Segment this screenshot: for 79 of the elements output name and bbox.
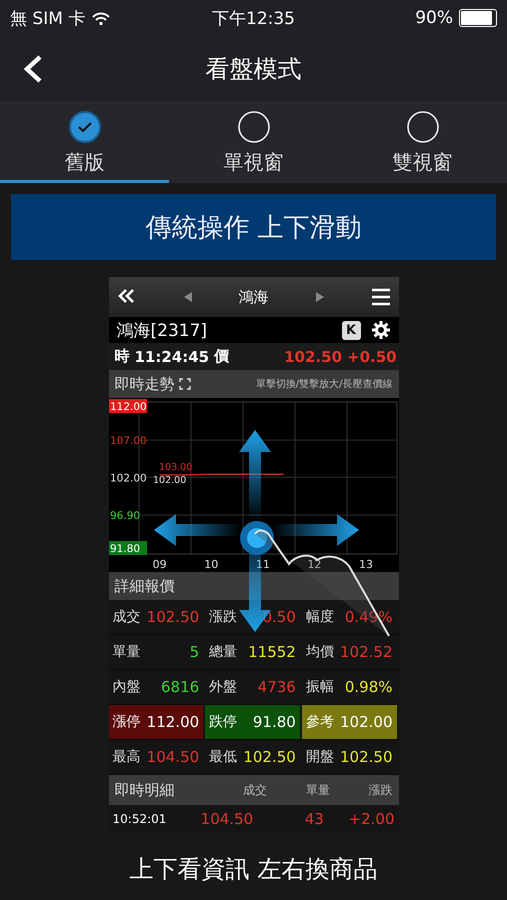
section-title: 詳細報價 <box>114 576 174 596</box>
mode-tab[interactable]: 單視窗 <box>169 103 338 183</box>
section-title: 即時明細 <box>114 780 176 800</box>
mode-tab[interactable]: 舊版 <box>0 103 169 183</box>
field-value: 11552 <box>248 643 296 661</box>
x-tick-label: 13 <box>358 558 373 571</box>
stock-name: 鴻海[2317] <box>116 320 208 342</box>
y-tick-label: 107.00 <box>110 435 146 448</box>
menu-icon[interactable] <box>370 288 390 306</box>
field-label: 均價 <box>306 643 334 661</box>
field-label: 最低 <box>209 748 238 766</box>
y-tick-label: 91.80 <box>110 543 140 555</box>
field-value: 6816 <box>160 678 200 696</box>
field-label: 成交 <box>112 608 140 626</box>
radio-icon <box>238 111 270 143</box>
line-value-label: 102.00 <box>152 475 186 486</box>
y-tick-label: 96.90 <box>110 510 140 522</box>
banner-text: 傳統操作 上下滑動 <box>145 212 362 244</box>
column-header: 成交 <box>242 782 268 798</box>
field-label: 參考 <box>306 713 334 731</box>
column-header: 漲跌 <box>368 782 393 798</box>
field-label: 單量 <box>112 643 140 661</box>
y-tick-label: 91.80 <box>108 541 146 555</box>
field-label: 內盤 <box>112 678 140 696</box>
time-label: 時 <box>114 347 130 366</box>
field-value: 5 <box>190 643 200 661</box>
field-value: 104.50 <box>146 748 200 766</box>
field-value: 102.50 <box>146 608 200 626</box>
x-tick-label: 09 <box>152 558 166 571</box>
field-value: 102.52 <box>340 643 393 661</box>
x-tick-label: 11 <box>255 558 270 571</box>
hint-text: 單擊切換/雙擊放大/長壓查價線 <box>256 378 392 391</box>
field-value: 0.98% <box>344 678 393 696</box>
triangle-left-icon[interactable] <box>184 292 192 302</box>
field-label: 外盤 <box>209 678 238 696</box>
field-label: 跌停 <box>209 713 238 731</box>
field-value: 91.80 <box>252 713 296 731</box>
section-title: 即時走勢 <box>114 374 174 394</box>
battery-percent: 90% <box>415 8 453 28</box>
price-label: 價 <box>214 347 230 366</box>
wifi-icon <box>91 10 112 26</box>
line-value-label: 103.00 <box>158 462 192 473</box>
column-header: 單量 <box>304 782 330 798</box>
quote-price: 102.50 <box>284 348 342 366</box>
x-tick-label: 10 <box>204 558 218 571</box>
field-value: 0.50 <box>262 608 296 626</box>
quote-time: 11:24:45 <box>134 348 210 366</box>
field-value: 112.00 <box>146 713 200 731</box>
expand-icon[interactable] <box>178 378 190 390</box>
field-label: 漲跌 <box>209 608 238 626</box>
field-label: 開盤 <box>306 748 334 766</box>
mode-tab[interactable]: 雙視窗 <box>338 103 507 183</box>
field-label: 總量 <box>209 643 238 661</box>
status-time: 下午12:35 <box>212 8 295 30</box>
caption-text: 上下看資訊 左右換商品 <box>128 854 378 885</box>
field-value: 102.00 <box>340 713 393 731</box>
battery-icon <box>459 9 497 27</box>
k-button[interactable]: K <box>342 320 360 340</box>
field-label: 漲停 <box>112 713 140 731</box>
y-tick-label: 112.00 <box>108 399 146 413</box>
settings-icon[interactable] <box>370 321 390 339</box>
carrier-text: 無 SIM 卡 <box>10 8 86 30</box>
table-cell-text: 10:52:01 <box>112 812 168 826</box>
quote-change: +0.50 <box>347 348 397 366</box>
field-value: 102.50 <box>243 748 296 766</box>
field-label: 振幅 <box>306 678 334 696</box>
page-title: 看盤模式 <box>204 54 302 85</box>
y-tick-label: 102.00 <box>110 472 146 484</box>
field-label: 最高 <box>112 748 140 766</box>
radio-icon <box>406 111 438 143</box>
field-value: 4736 <box>258 678 296 696</box>
field-value: 102.50 <box>340 748 393 766</box>
table-cell-text: 104.50 <box>200 810 254 828</box>
triangle-right-icon[interactable] <box>316 292 324 302</box>
field-label: 幅度 <box>306 608 334 626</box>
checked-radio-icon <box>68 111 100 143</box>
preview-title: 鴻海 <box>238 288 268 306</box>
table-cell-text: +2.00 <box>348 810 395 828</box>
table-cell-text: 43 <box>304 810 324 828</box>
